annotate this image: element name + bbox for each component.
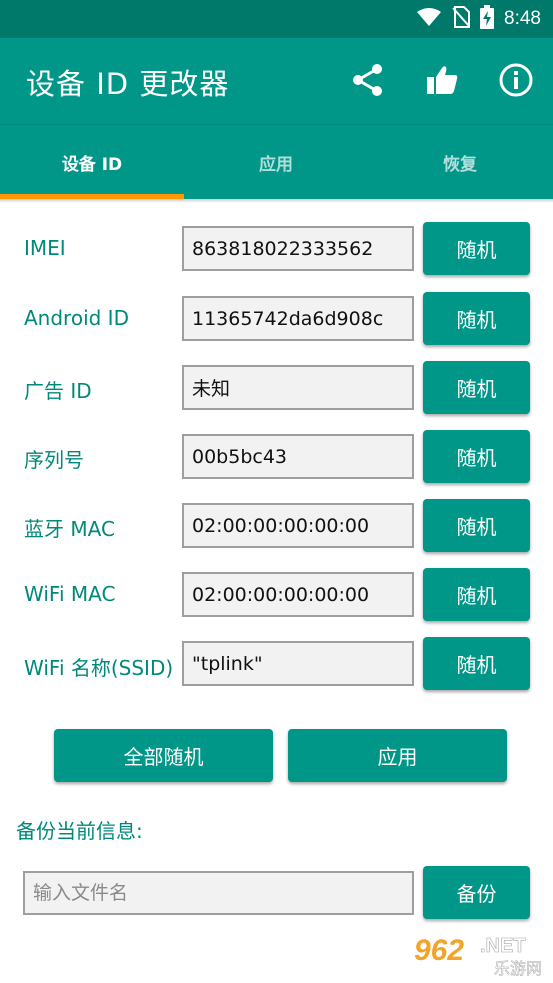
android-id-random-button[interactable]: 随机 xyxy=(423,292,530,345)
status-time: 8:48 xyxy=(504,8,541,29)
wifi-ssid-random-button[interactable]: 随机 xyxy=(423,637,530,690)
tab-shadow xyxy=(0,199,553,203)
serial-random-button[interactable]: 随机 xyxy=(423,430,530,483)
no-sim-icon xyxy=(452,6,471,32)
wifi-ssid-field[interactable]: "tplink" xyxy=(182,641,414,686)
info-icon[interactable] xyxy=(498,62,534,98)
watermark-suffix: .NET xyxy=(480,935,526,957)
watermark-logo: 962 .NET 乐游网 xyxy=(414,934,542,978)
watermark-number: 962 xyxy=(414,934,464,967)
wifi-ssid-label: WiFi 名称(SSID) xyxy=(24,656,174,680)
backup-button[interactable]: 备份 xyxy=(423,866,530,919)
share-icon[interactable] xyxy=(350,62,386,98)
status-bar: 8:48 xyxy=(0,0,553,38)
app-bar: 设备 ID 更改器 xyxy=(0,38,553,124)
wifi-mac-random-button[interactable]: 随机 xyxy=(423,568,530,621)
random-all-button[interactable]: 全部随机 xyxy=(54,729,273,782)
imei-field[interactable]: 863818022333562 xyxy=(182,226,414,271)
bluetooth-mac-field[interactable]: 02:00:00:00:00:00 xyxy=(182,503,414,548)
imei-label: IMEI xyxy=(24,236,66,260)
ad-id-random-button[interactable]: 随机 xyxy=(423,361,530,414)
imei-random-button[interactable]: 随机 xyxy=(423,222,530,275)
watermark-site: 乐游网 xyxy=(494,959,542,978)
wifi-mac-field[interactable]: 02:00:00:00:00:00 xyxy=(182,572,414,617)
android-id-field[interactable]: 11365742da6d908c xyxy=(182,296,414,341)
status-icons: 8:48 xyxy=(416,5,541,33)
bluetooth-mac-label: 蓝牙 MAC xyxy=(24,517,115,541)
android-id-label: Android ID xyxy=(24,306,129,330)
wifi-icon xyxy=(416,7,442,31)
wifi-mac-label: WiFi MAC xyxy=(24,582,116,606)
tab-restore[interactable]: 恢复 xyxy=(368,125,552,200)
ad-id-label: 广告 ID xyxy=(24,379,92,403)
serial-label: 序列号 xyxy=(24,448,84,472)
app-title: 设备 ID 更改器 xyxy=(26,67,230,101)
ad-id-field[interactable]: 未知 xyxy=(182,365,414,410)
battery-charging-icon xyxy=(480,5,495,33)
tab-device-id[interactable]: 设备 ID xyxy=(0,125,184,200)
filename-input[interactable] xyxy=(23,871,414,915)
tab-apps[interactable]: 应用 xyxy=(184,125,368,200)
bluetooth-mac-random-button[interactable]: 随机 xyxy=(423,499,530,552)
tab-bar: 设备 ID 应用 恢复 xyxy=(0,124,553,199)
backup-section-label: 备份当前信息: xyxy=(16,819,143,843)
serial-field[interactable]: 00b5bc43 xyxy=(182,434,414,479)
apply-button[interactable]: 应用 xyxy=(288,729,507,782)
thumbs-up-icon[interactable] xyxy=(424,62,460,98)
